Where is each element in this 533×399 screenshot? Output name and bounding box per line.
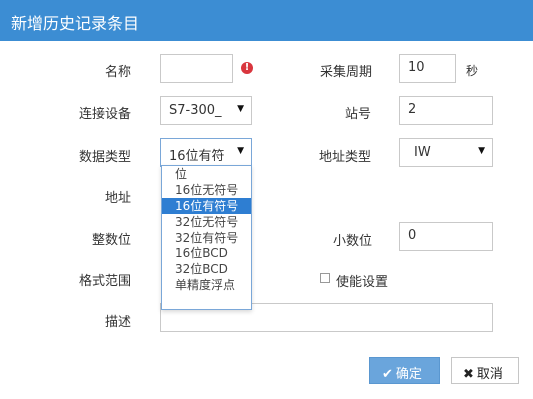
addrtype-select[interactable]: IW ▼ xyxy=(399,138,493,167)
datatype-label: 数据类型 xyxy=(79,150,132,165)
intdigits-label: 整数位 xyxy=(92,233,132,248)
cancel-button[interactable]: ✖ 取消 xyxy=(451,357,519,384)
exclamation-icon: ! xyxy=(241,62,253,74)
dropdown-option[interactable]: 16位BCD xyxy=(162,245,251,261)
device-label: 连接设备 xyxy=(79,107,132,122)
datatype-select[interactable]: 16位有符 ▼ xyxy=(160,138,252,167)
decimal-input[interactable]: 0 xyxy=(399,222,493,251)
addrtype-select-value: IW xyxy=(414,145,431,160)
device-select[interactable]: S7-300_ ▼ xyxy=(160,96,252,125)
device-select-value: S7-300_ xyxy=(169,103,222,118)
chevron-down-icon: ▼ xyxy=(237,104,244,114)
dropdown-option[interactable]: 位 xyxy=(162,166,251,182)
period-input[interactable]: 10 xyxy=(399,54,456,83)
decimal-label: 小数位 xyxy=(333,234,373,249)
station-input[interactable]: 2 xyxy=(399,96,493,125)
name-label: 名称 xyxy=(105,65,132,80)
dialog-titlebar: 新增历史记录条目 xyxy=(0,0,533,41)
address-label: 地址 xyxy=(105,191,132,206)
station-label: 站号 xyxy=(345,107,372,122)
dropdown-option[interactable]: 单精度浮点 xyxy=(162,277,251,293)
dropdown-option[interactable]: 32位有符号 xyxy=(162,230,251,246)
datatype-select-value: 16位有符 xyxy=(169,149,225,164)
enable-label: 使能设置 xyxy=(336,275,389,290)
period-unit: 秒 xyxy=(466,64,479,78)
dropdown-option[interactable]: 32位无符号 xyxy=(162,214,251,230)
dropdown-option[interactable]: 16位无符号 xyxy=(162,182,251,198)
dialog-title: 新增历史记录条目 xyxy=(11,14,140,33)
cancel-button-label: 取消 xyxy=(476,367,503,382)
description-label: 描述 xyxy=(105,315,132,330)
confirm-button[interactable]: ✔ 确定 xyxy=(369,357,440,384)
check-icon: ✔ xyxy=(382,367,393,382)
enable-checkbox[interactable] xyxy=(320,273,330,283)
addrtype-label: 地址类型 xyxy=(319,150,372,165)
chevron-down-icon: ▼ xyxy=(478,146,485,156)
chevron-down-icon: ▼ xyxy=(237,146,244,156)
format-label: 格式范围 xyxy=(79,274,132,289)
dropdown-option-selected[interactable]: 16位有符号 xyxy=(162,197,251,214)
confirm-button-label: 确定 xyxy=(395,367,422,382)
period-label: 采集周期 xyxy=(320,65,373,80)
datatype-dropdown-list[interactable]: 位 16位无符号 16位有符号 32位无符号 32位有符号 16位BCD 32位… xyxy=(161,165,252,310)
name-input[interactable] xyxy=(160,54,233,83)
dropdown-option[interactable]: 32位BCD xyxy=(162,261,251,277)
close-icon: ✖ xyxy=(463,367,474,382)
